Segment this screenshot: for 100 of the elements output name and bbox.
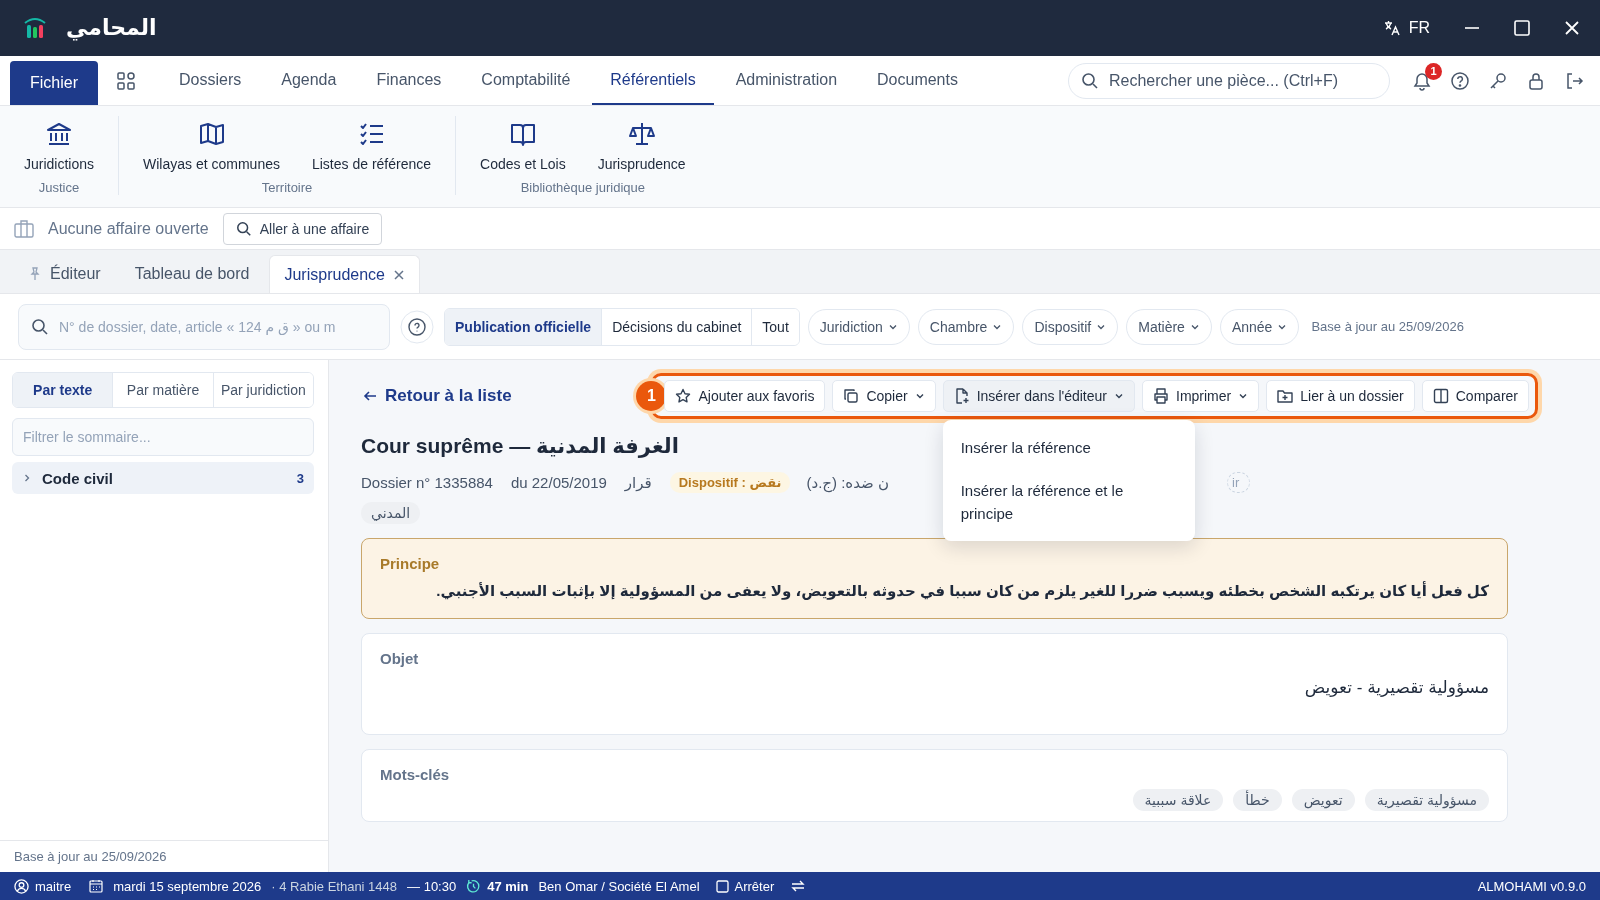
filter-dropdown[interactable]: Chambre xyxy=(917,308,1015,345)
toolbar-button[interactable]: Comparer xyxy=(1421,380,1529,412)
scales-icon xyxy=(627,120,656,148)
logout-icon[interactable] xyxy=(1564,70,1584,91)
filter-dropdown[interactable]: Juridiction xyxy=(807,308,910,345)
user-name: maitre xyxy=(14,878,72,894)
lock-icon[interactable] xyxy=(1526,70,1546,91)
briefcase-icon xyxy=(14,219,34,238)
menu-tab[interactable]: Documents xyxy=(859,56,976,105)
search-icon xyxy=(235,220,252,237)
menu-item[interactable]: Insérer la référence xyxy=(942,426,1195,469)
document-tab[interactable]: Tableau de bord xyxy=(120,255,264,293)
map-icon xyxy=(197,120,226,148)
ribbon-button[interactable]: Codes et Lois xyxy=(468,116,578,176)
chamber-tag: المدني xyxy=(361,502,421,524)
columns-icon xyxy=(1432,388,1449,404)
toolbar-button[interactable]: Insérer dans l'éditeur xyxy=(942,380,1135,412)
help-icon[interactable] xyxy=(1450,70,1470,91)
item-count: 3 xyxy=(296,470,304,486)
search-field[interactable]: Rechercher une pièce... (Ctrl+F) xyxy=(1068,62,1390,99)
menu-tab[interactable]: Comptabilité xyxy=(463,56,589,105)
pin-icon xyxy=(28,267,42,281)
decision-meta: du 22/05/2019 xyxy=(510,474,607,491)
star-icon xyxy=(675,388,692,404)
keyword-tag[interactable]: تعويض xyxy=(1291,789,1355,811)
timer-duration: 47 min xyxy=(487,878,529,894)
source-toggle[interactable]: Publication officielle xyxy=(445,308,603,345)
filter-dropdown[interactable]: Année xyxy=(1219,308,1300,345)
filter-dropdown[interactable]: Dispositif xyxy=(1022,308,1119,345)
notification-count: 1 xyxy=(1425,62,1442,80)
app-name: المحامي xyxy=(66,15,157,41)
notification-bell-icon[interactable] xyxy=(1412,70,1432,91)
decision-meta: Dossier n° 1335884 xyxy=(361,474,493,491)
stop-timer-button[interactable]: Arrêter xyxy=(709,878,781,894)
menu-tab[interactable]: Agenda xyxy=(263,56,355,105)
hijri-date: · 4 Rabie Ethani 1448 xyxy=(271,878,398,894)
printer-icon xyxy=(1153,388,1169,404)
caret-icon xyxy=(1238,391,1249,401)
logo-icon xyxy=(22,16,48,40)
folder-plus-icon xyxy=(1277,388,1294,404)
user-icon xyxy=(14,878,29,894)
decision-title: Cour suprême — الغرفة المدنية xyxy=(361,434,679,458)
tree-label: Code civil xyxy=(42,469,113,487)
apps-grid-icon[interactable] xyxy=(117,71,135,90)
status-date: mardi 15 septembre 2026 xyxy=(113,878,262,894)
ribbon-button[interactable]: Jurisprudence xyxy=(585,116,698,176)
calendar-icon xyxy=(89,879,104,893)
translate-icon xyxy=(1382,19,1401,37)
language-button[interactable]: FR xyxy=(1382,19,1430,37)
view-mode-tab[interactable]: Par texte xyxy=(13,373,114,407)
search-icon xyxy=(31,317,49,336)
search-field[interactable]: N° de dossier, date, article « 124 ق م » ou m xyxy=(18,303,390,350)
menu-tab[interactable]: Administration xyxy=(717,56,856,105)
ribbon-group-label: Justice xyxy=(38,180,80,195)
ribbon-button[interactable]: Wilayas et communes xyxy=(131,116,292,176)
close-icon[interactable] xyxy=(1564,20,1580,36)
search-icon xyxy=(1081,71,1099,90)
principle-text: كل فعل أيا كان يرتكبه الشخص بخطئه ويسبب ضررا للغير يلزم من كان سببا في حدوثه بالتعويض، ولا يعفى من المسؤولية إلا بإثبات السبب الأجنبي. xyxy=(435,582,1489,600)
outcome-tag: Dispositif : نقض xyxy=(669,472,791,493)
decision-meta: قرار xyxy=(624,473,652,492)
ribbon-button[interactable]: Listes de référence xyxy=(299,116,444,176)
menu-tab[interactable]: Finances xyxy=(358,56,460,105)
document-tab[interactable]: Jurisprudence xyxy=(269,255,420,293)
sync-icon[interactable] xyxy=(790,878,807,894)
keyword-tag[interactable]: خطأ xyxy=(1233,789,1282,811)
ribbon-group-label: Territoire xyxy=(261,180,313,195)
caret-icon xyxy=(914,391,925,401)
tree-item[interactable]: Code civil 3 xyxy=(12,462,314,494)
maximize-icon[interactable] xyxy=(1514,20,1530,36)
keyword-tag[interactable]: مسؤولية تقصيرية xyxy=(1364,789,1489,811)
key-icon[interactable] xyxy=(1488,70,1508,91)
card-label: Principe xyxy=(380,555,441,572)
go-to-case-button[interactable]: Aller à une affaire xyxy=(222,212,383,245)
toolbar-button[interactable]: Copier xyxy=(832,380,936,412)
checkbox-icon xyxy=(715,879,729,893)
file-menu-button[interactable]: Fichier xyxy=(10,61,98,105)
filter-field[interactable]: Filtrer le sommaire... xyxy=(12,418,314,456)
app-version: ALMOHAMI v0.9.0 xyxy=(1477,878,1586,894)
ribbon-group-label: Bibliothèque juridique xyxy=(520,180,645,195)
ribbon-button[interactable]: Juridictions xyxy=(12,116,107,176)
keyword-tag[interactable]: علاقة سببية xyxy=(1132,789,1224,811)
object-text: مسؤولية تقصيرية - تعويض xyxy=(1303,677,1489,698)
toolbar-button[interactable]: Ajouter aux favoris xyxy=(664,380,826,412)
document-plus-icon xyxy=(953,388,970,404)
toolbar-button[interactable]: Imprimer xyxy=(1142,380,1260,412)
timer-icon xyxy=(466,878,482,894)
toolbar-button[interactable]: Lier à un dossier xyxy=(1266,380,1415,412)
step-badge: 1 xyxy=(636,381,667,411)
filter-dropdown[interactable]: Matière xyxy=(1126,308,1212,345)
menu-item[interactable]: Insérer la référence et le principe xyxy=(942,469,1195,535)
document-tab[interactable]: Éditeur xyxy=(14,255,115,293)
timer-client: Ben Omar / Société El Amel xyxy=(538,878,700,894)
chevron-icon[interactable] xyxy=(22,473,32,483)
back-link[interactable]: Retour à la liste xyxy=(363,386,512,406)
case-status: Aucune affaire ouverte xyxy=(48,219,209,238)
copy-icon xyxy=(843,388,860,404)
card-label: Objet xyxy=(380,650,420,667)
decision-meta: ن ضده: (ج.د) xyxy=(806,473,889,492)
arrow-left-icon xyxy=(363,389,377,403)
menu-tab[interactable]: Dossiers xyxy=(161,56,260,105)
